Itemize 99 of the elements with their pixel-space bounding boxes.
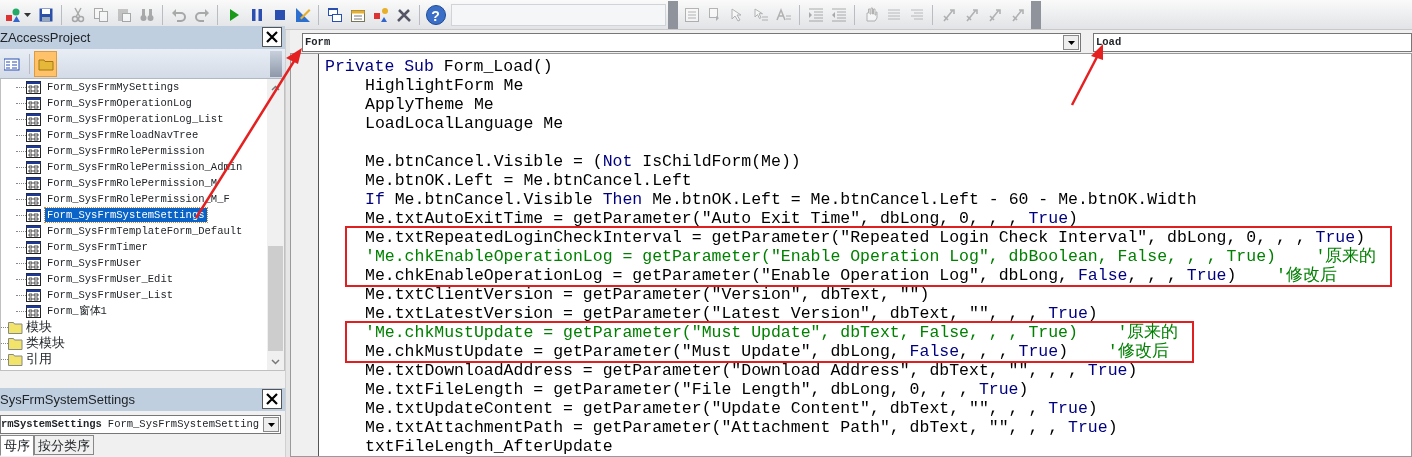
- code-line: Me.chkMustUpdate = getParameter("Must Update", dbLong, False, , , True) '修改后: [365, 342, 1170, 361]
- procedure-dropdown[interactable]: Load: [1093, 33, 1412, 52]
- bookmark-icon: [986, 6, 1003, 23]
- indent-icon: [807, 6, 824, 23]
- form-icon: [26, 96, 41, 110]
- code-line: Me.txtDownloadAddress = getParameter("Download Address", dbText, "", , , True): [365, 361, 1139, 380]
- code-line: 'Me.chkMustUpdate = getParameter("Must Update", dbText, False, , , True) '原来的: [365, 323, 1179, 342]
- code-line: Me.chkEnableOperationLog = getParameter("Enable Operation Log", dbLong, False, , , True) '修改后: [365, 266, 1338, 285]
- list-view-icon: [3, 55, 20, 72]
- code-line: ApplyTheme Me: [365, 95, 495, 114]
- list-icon: [683, 6, 700, 23]
- object-dropdown[interactable]: rmSystemSettings Form_SysFrmSystemSetting: [0, 415, 281, 434]
- pointer-list-icon: [752, 6, 769, 23]
- dropdown-value: Load: [1096, 35, 1122, 50]
- form-icon: [26, 112, 41, 126]
- form-icon: [26, 208, 41, 222]
- panel-title: ZAccessProject: [0, 29, 91, 47]
- caret-icon: [24, 12, 31, 17]
- tree-item[interactable]: 模块: [26, 319, 52, 335]
- dropdown-arrow-icon: [1067, 40, 1075, 45]
- code-line: LoadLocalLanguage Me: [365, 114, 565, 133]
- object-name: rmSystemSettings: [1, 418, 102, 430]
- form-icon: [26, 272, 41, 286]
- tree-item[interactable]: Form_SysFrmOperationLog_List: [45, 112, 226, 126]
- form-icon: [26, 240, 41, 254]
- bookmark-icon: [940, 6, 957, 23]
- form-icon: [26, 160, 41, 174]
- form-icon: [26, 176, 41, 190]
- form-icon: [26, 256, 41, 270]
- object-type: Form_SysFrmSystemSetting: [107, 418, 260, 430]
- code-line: HighlightForm Me: [365, 76, 525, 95]
- tree-item[interactable]: Form_SysFrmTemplateForm_Default: [45, 224, 245, 238]
- tree-item[interactable]: Form_SysFrmUser: [45, 256, 144, 270]
- dropdown-arrow-icon: [267, 422, 275, 427]
- scrollbar[interactable]: [267, 79, 284, 370]
- scroll-down-icon[interactable]: [271, 358, 280, 365]
- code-line: Me.btnCancel.Visible = (Not IsChildForm(Me)): [365, 152, 802, 171]
- toolbar-grip[interactable]: [668, 0, 678, 29]
- shapes-icon: [372, 6, 389, 23]
- code-line: Me.txtAutoExitTime = getParameter("Auto Exit Time", dbLong, 0, , , True): [365, 209, 1079, 228]
- complete-word-icon: [775, 6, 792, 23]
- close-button[interactable]: [262, 389, 282, 409]
- dropdown-value: Form: [305, 35, 331, 50]
- bookmark-icon: [1009, 6, 1026, 23]
- code-line: Me.txtFileLength = getParameter("File Length", dbLong, 0, , , True): [365, 380, 1030, 399]
- outdent-icon: [830, 6, 847, 23]
- scroll-up-icon[interactable]: [271, 84, 280, 91]
- binoculars-icon: [138, 6, 155, 23]
- tree-item[interactable]: Form_SysFrmOperationLog: [45, 96, 194, 110]
- ruler-pencil-icon: [294, 6, 311, 23]
- comment-block-icon: [885, 6, 902, 23]
- toggle-button[interactable]: [34, 50, 57, 77]
- toolbar-field[interactable]: [451, 3, 666, 26]
- form-icon: [26, 224, 41, 238]
- copy-icon: [92, 6, 109, 23]
- form-icon: [26, 304, 41, 318]
- code-line: Me.btnOK.Left = Me.btnCancel.Left: [365, 171, 693, 190]
- toolbar-grip[interactable]: [270, 50, 282, 77]
- tree-item[interactable]: Form_SysFrmUser_List: [45, 288, 176, 302]
- code-line: 'Me.chkEnableOperationLog = getParameter("Enable Operation Log", dbBoolean, False, , , True) '原来的: [365, 247, 1377, 266]
- tree-item[interactable]: 类模块: [26, 335, 65, 351]
- form-icon: [26, 144, 41, 158]
- close-button[interactable]: [262, 27, 282, 47]
- windows-icon: [326, 6, 343, 23]
- shapes-icon: [5, 6, 21, 23]
- close-icon: [265, 392, 279, 406]
- tree-item[interactable]: Form_窗体1: [45, 304, 109, 318]
- uncomment-block-icon: [908, 6, 925, 23]
- tools-icon: [395, 6, 412, 23]
- scissors-icon: [69, 6, 86, 23]
- code-line: Me.txtUpdateContent = getParameter("Update Content", dbText, "", , , True): [365, 399, 1099, 418]
- tree-item[interactable]: Form_SysFrmReloadNavTree: [45, 128, 201, 142]
- tree-item[interactable]: 引用: [26, 351, 52, 367]
- code-line: Me.txtClientVersion = getParameter("Version", dbText, ""): [365, 285, 931, 304]
- tab[interactable]: 母序: [0, 435, 34, 456]
- panel-title: SysFrmSystemSettings: [0, 391, 136, 409]
- close-icon: [265, 30, 279, 44]
- tree-item[interactable]: Form_SysFrmRolePermission_M: [45, 176, 220, 190]
- tree-item[interactable]: Form_SysFrmUser_Edit: [45, 272, 176, 286]
- redo-icon: [193, 6, 210, 23]
- code-line: Me.txtRepeatedLoginCheckInterval = getParameter("Repeated Login Check Interval", dbLong, 0, , , True): [365, 228, 1367, 247]
- tab[interactable]: 按分类序: [34, 435, 94, 455]
- bookmark-icon: [963, 6, 980, 23]
- object-dropdown[interactable]: Form: [302, 33, 1081, 52]
- tree-item[interactable]: Form_SysFrmRolePermission: [45, 144, 207, 158]
- toolbar-grip[interactable]: [1031, 0, 1041, 29]
- code-line: If Me.btnCancel.Visible Then Me.btnOK.Left = Me.btnCancel.Left - 60 - Me.btnOK.Width: [365, 190, 1198, 209]
- code-line: Me.txtLatestVersion = getParameter("Latest Version", dbText, "", , , True): [365, 304, 1099, 323]
- form-icon: [26, 192, 41, 206]
- code-line: Private Sub Form_Load(): [325, 57, 554, 76]
- tree-item[interactable]: Form_SysFrmMySettings: [45, 80, 182, 94]
- form-icon: [26, 288, 41, 302]
- code-line: txtFileLength_AfterUpdate: [365, 437, 614, 456]
- form-icon: [26, 128, 41, 142]
- tree-item[interactable]: Form_SysFrmTimer: [45, 240, 150, 254]
- code-line: Me.txtAttachmentPath = getParameter("Attachment Path", dbText, "", , , True): [365, 418, 1119, 437]
- toolbar-button[interactable]: ?: [424, 2, 447, 27]
- annotation-arrow: [1070, 44, 1103, 106]
- clipboard-icon: [115, 6, 132, 23]
